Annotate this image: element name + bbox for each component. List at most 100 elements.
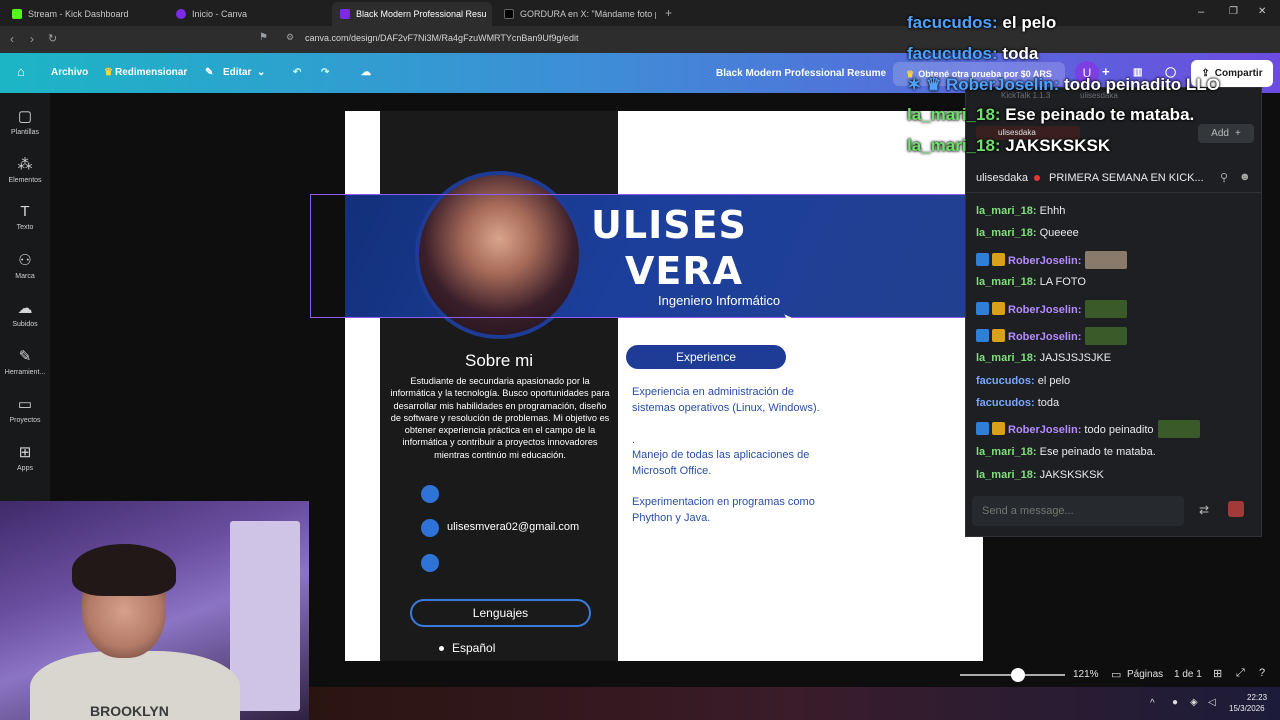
experience-item[interactable]: Experiencia en administración de sistema…	[632, 385, 832, 416]
tab-canva-home[interactable]: Inicio - Canva	[168, 2, 332, 26]
chat-text: Queeee	[1039, 227, 1079, 239]
overlay-username: facucudos	[907, 13, 993, 32]
document-title[interactable]: Black Modern Professional Resume	[716, 68, 886, 79]
volume-icon[interactable]: ◁	[1208, 697, 1216, 708]
chat-username[interactable]: la_mari_18	[976, 446, 1033, 458]
tab-resume[interactable]: Black Modern Professional Resu ✕	[332, 2, 492, 26]
sidebar-item-label: Texto	[16, 224, 34, 231]
network-icon[interactable]: ◈	[1190, 697, 1198, 708]
phone-icon[interactable]	[421, 485, 439, 503]
experience-heading[interactable]: Experience	[626, 345, 786, 369]
site-info-icon[interactable]: ⚙	[286, 32, 294, 43]
chat-message: la_mari_18: JAJSJSJSJKE	[976, 352, 1112, 364]
sidebar-item-tools[interactable]: ✎ Herramient...	[0, 347, 50, 376]
text-icon: T	[20, 203, 30, 220]
divider	[966, 192, 1262, 193]
forward-icon[interactable]: ›	[30, 32, 34, 46]
sidebar-item-uploads[interactable]: ☁ Subidos	[0, 299, 50, 328]
home-icon[interactable]: ⌂	[17, 64, 25, 79]
tab-x-post[interactable]: GORDURA en X: "Mándame foto par	[496, 2, 656, 26]
redo-icon[interactable]: ↷	[321, 67, 329, 78]
sidebar-item-elements[interactable]: ⁂ Elementos	[0, 155, 50, 184]
file-menu[interactable]: Archivo	[51, 67, 88, 78]
chat-username[interactable]: RoberJoselin	[1008, 304, 1078, 316]
add-channel-button[interactable]: Add +	[1198, 124, 1254, 143]
reload-icon[interactable]: ↻	[48, 32, 57, 45]
minimize-icon[interactable]: –	[1198, 6, 1204, 18]
url-field[interactable]: canva.com/design/DAF2vF7Ni3M/Ra4gFzuWMRT…	[305, 33, 578, 43]
chat-username[interactable]: la_mari_18	[976, 227, 1033, 239]
close-window-icon[interactable]: ✕	[1258, 6, 1266, 17]
chat-username[interactable]: la_mari_18	[976, 352, 1033, 364]
pages-icon: ▭	[1111, 669, 1122, 681]
zoom-slider-handle[interactable]	[1010, 668, 1025, 682]
tab-label: Stream - Kick Dashboard	[28, 9, 129, 19]
sidebar-item-text[interactable]: T Texto	[0, 203, 50, 231]
clock-date[interactable]: 15/3/2026	[1229, 704, 1265, 713]
chat-text: toda	[1037, 397, 1060, 409]
bookmark-icon[interactable]: ⚑	[259, 32, 268, 43]
about-heading[interactable]: Sobre mi	[380, 351, 618, 371]
chat-username[interactable]: la_mari_18	[976, 205, 1033, 217]
moderator-badge-icon	[976, 302, 989, 315]
about-text[interactable]: Estudiante de secundaria apasionado por …	[390, 375, 610, 461]
chat-username[interactable]: facucudos	[976, 375, 1031, 387]
chat-text: JAJSJSJSJKE	[1039, 352, 1112, 364]
edit-menu[interactable]: Editar	[223, 67, 251, 78]
chat-username[interactable]: la_mari_18	[976, 276, 1033, 288]
sidebar-item-apps[interactable]: ⊞ Apps	[0, 443, 50, 472]
clock-time[interactable]: 22:23	[1247, 693, 1267, 702]
microphone-icon[interactable]: ●	[1172, 697, 1178, 708]
tray-chevron-icon[interactable]: ^	[1150, 698, 1155, 709]
fullscreen-icon[interactable]: ⤢	[1236, 667, 1245, 680]
streamer-name[interactable]: ulisesdaka	[976, 172, 1028, 184]
experience-item[interactable]: Manejo de todas las aplicaciones de Micr…	[632, 448, 832, 479]
languages-heading[interactable]: Lenguajes	[410, 599, 591, 627]
emote-picker-icon[interactable]	[1228, 501, 1244, 517]
zoom-level[interactable]: 121%	[1073, 669, 1099, 680]
email-icon[interactable]	[421, 519, 439, 537]
new-tab-icon[interactable]: +	[665, 6, 672, 20]
user-icon[interactable]: ☻	[1239, 171, 1251, 183]
experience-item[interactable]: Experimentacion en programas como Phytho…	[632, 495, 832, 526]
undo-icon[interactable]: ↶	[293, 67, 301, 78]
chat-username[interactable]: RoberJoselin	[1008, 255, 1078, 267]
grid-view-icon[interactable]: ⊞	[1213, 667, 1222, 680]
sidebar-item-label: Herramient...	[4, 369, 46, 376]
mouse-cursor-icon: ➤	[783, 311, 794, 325]
chat-username[interactable]: facucudos	[976, 397, 1031, 409]
chat-username[interactable]: RoberJoselin	[1008, 331, 1078, 343]
maximize-icon[interactable]: ❐	[1229, 6, 1238, 17]
pencil-icon: ✎	[205, 67, 214, 78]
location-icon[interactable]	[421, 554, 439, 572]
chat-username[interactable]: la_mari_18	[976, 469, 1033, 481]
sidebar-item-projects[interactable]: ▭ Proyectos	[0, 395, 50, 424]
help-icon[interactable]: ?	[1259, 667, 1265, 679]
overlay-username: la_mari_18	[907, 136, 995, 155]
sidebar-item-label: Subidos	[12, 321, 38, 328]
emote-icon[interactable]	[1085, 327, 1128, 345]
emote-icon[interactable]	[1085, 300, 1128, 318]
language-item[interactable]: Español	[452, 641, 495, 655]
cloud-saved-icon[interactable]: ☁	[361, 67, 371, 78]
back-icon[interactable]: ‹	[10, 32, 14, 46]
pages-button[interactable]: Páginas	[1127, 669, 1163, 680]
chat-username[interactable]: RoberJoselin	[1008, 424, 1078, 436]
translate-icon[interactable]: ⇄	[1199, 503, 1209, 517]
chevron-down-icon[interactable]: ⌄	[257, 67, 265, 78]
chat-message: facucudos: el pelo	[976, 375, 1071, 387]
chat-image-icon[interactable]	[1085, 251, 1128, 269]
email-text[interactable]: ulisesmvera02@gmail.com	[447, 521, 579, 533]
overlay-text: toda	[1002, 44, 1039, 63]
chat-input[interactable]	[972, 496, 1184, 526]
webcam-person-hair	[72, 544, 176, 596]
sidebar-item-brand[interactable]: ⚇ Marca	[0, 251, 50, 280]
tab-kick-dashboard[interactable]: Stream - Kick Dashboard	[4, 2, 168, 26]
emote-icon[interactable]	[1157, 420, 1200, 438]
browser-tab-strip: Stream - Kick Dashboard Inicio - Canva B…	[0, 0, 1280, 26]
chat-message: facucudos: toda	[976, 397, 1060, 409]
pin-icon[interactable]: ⚲	[1220, 171, 1228, 184]
sidebar-item-templates[interactable]: ▢ Plantillas	[0, 107, 50, 136]
overlay-text: el pelo	[1002, 13, 1057, 32]
resize-menu[interactable]: Redimensionar	[115, 67, 187, 78]
